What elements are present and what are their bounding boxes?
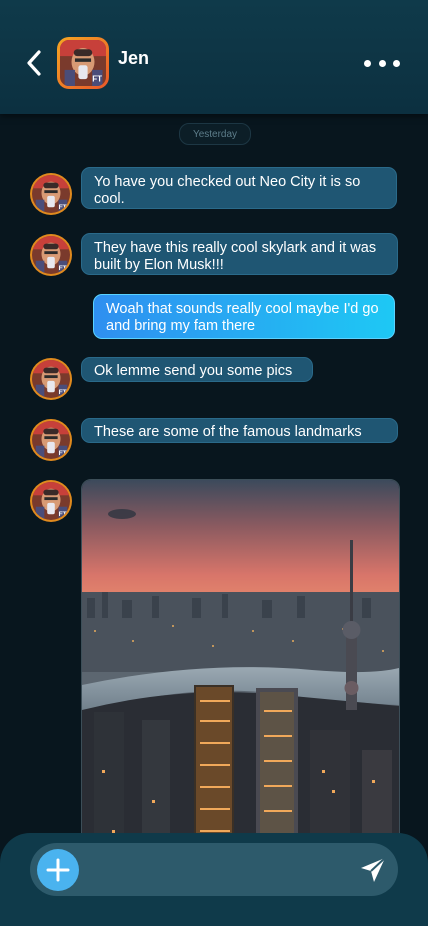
incoming-message[interactable]: These are some of the famous landmarks [81,418,398,443]
back-button[interactable] [22,46,46,80]
image-message[interactable] [81,479,400,861]
message-list[interactable]: Yesterday Yo have you checked out Neo Ci… [0,114,428,926]
sender-avatar[interactable] [30,419,72,461]
add-attachment-button[interactable] [37,849,79,891]
message-input[interactable] [90,853,344,889]
composer-field [30,843,398,896]
outgoing-message[interactable]: Woah that sounds really cool maybe I'd g… [93,294,395,339]
chat-screen: Jen Yesterday Yo have you checked out Ne… [0,0,428,926]
chevron-left-icon [27,50,41,76]
more-options-button[interactable] [364,54,400,72]
sender-avatar[interactable] [30,480,72,522]
send-icon [361,857,386,882]
sender-avatar[interactable] [30,358,72,400]
plus-icon [46,858,70,882]
city-skyline-photo [82,480,399,860]
chat-header: Jen [0,0,428,114]
contact-avatar[interactable] [57,37,109,89]
incoming-message[interactable]: Yo have you checked out Neo City it is s… [81,167,397,209]
incoming-message[interactable]: They have this really cool skylark and i… [81,233,398,275]
incoming-message[interactable]: Ok lemme send you some pics [81,357,313,382]
message-composer [0,833,428,926]
sender-avatar[interactable] [30,173,72,215]
contact-name[interactable]: Jen [118,48,149,69]
date-separator: Yesterday [179,123,251,145]
send-button[interactable] [358,855,388,885]
more-horizontal-icon [364,59,371,67]
sender-avatar[interactable] [30,234,72,276]
